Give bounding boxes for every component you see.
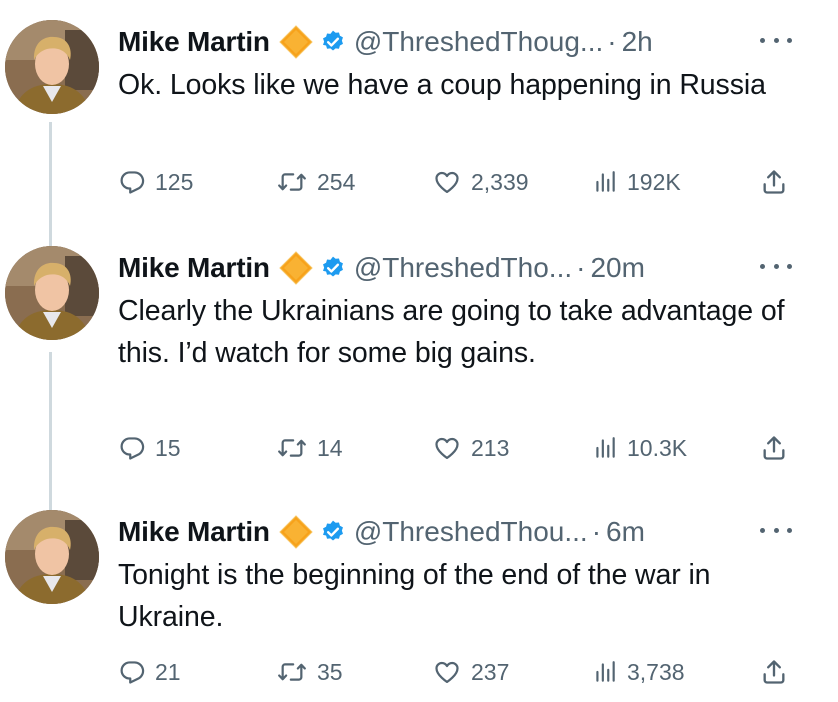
avatar-photo-icon <box>5 510 99 604</box>
tweet-actions: 125 254 2,339 192K <box>118 162 798 202</box>
retweet-button[interactable]: 254 <box>276 162 355 202</box>
avatar-photo-icon <box>5 20 99 114</box>
retweet-icon <box>278 173 306 191</box>
view-count: 3,738 <box>627 658 685 685</box>
share-icon <box>763 660 785 684</box>
tweet-actions: 21 35 237 3,738 <box>118 652 798 692</box>
tweet-text: Clearly the Ukrainians are going to take… <box>118 295 785 369</box>
share-icon <box>763 436 785 460</box>
more-dots-icon[interactable] <box>760 256 792 276</box>
views-bar-chart-icon <box>596 437 615 458</box>
reply-icon <box>120 171 145 194</box>
heart-icon <box>435 171 459 194</box>
thread-line <box>49 352 52 510</box>
author-handle[interactable]: @ThreshedTho... <box>354 252 572 284</box>
reply-button[interactable]: 15 <box>118 428 181 468</box>
view-count: 192K <box>627 168 681 195</box>
reply-button[interactable]: 21 <box>118 652 181 692</box>
retweet-button[interactable]: 14 <box>276 428 343 468</box>
view-count: 10.3K <box>627 434 688 461</box>
affiliate-diamond-icon <box>278 250 314 286</box>
tweet-text: Tonight is the beginning of the end of t… <box>118 559 711 633</box>
like-button[interactable]: 2,339 <box>432 162 529 202</box>
verified-check-icon <box>320 519 346 545</box>
verified-check-icon <box>320 29 346 55</box>
reply-icon <box>120 661 145 684</box>
share-button[interactable] <box>760 428 797 468</box>
reply-count: 21 <box>155 658 181 685</box>
tweet-text: Ok. Looks like we have a coup happening … <box>118 69 766 101</box>
avatar[interactable] <box>5 20 99 114</box>
share-icon <box>763 170 785 194</box>
retweet-icon <box>278 663 306 681</box>
like-count: 213 <box>471 434 510 461</box>
author-name[interactable]: Mike Martin <box>118 516 270 548</box>
retweet-count: 35 <box>317 658 343 685</box>
views-button[interactable]: 3,738 <box>592 652 685 692</box>
views-button[interactable]: 192K <box>592 162 681 202</box>
views-button[interactable]: 10.3K <box>592 428 687 468</box>
timestamp[interactable]: 20m <box>590 252 644 284</box>
retweet-button[interactable]: 35 <box>276 652 343 692</box>
retweet-icon <box>278 439 306 457</box>
author-name[interactable]: Mike Martin <box>118 252 270 284</box>
author-name[interactable]: Mike Martin <box>118 26 270 58</box>
affiliate-diamond-icon <box>278 24 314 60</box>
verified-check-icon <box>320 255 346 281</box>
thread-line <box>49 122 52 250</box>
retweet-count: 254 <box>317 168 356 195</box>
tweet-actions: 15 14 213 10.3K <box>118 428 798 468</box>
reply-count: 15 <box>155 434 181 461</box>
affiliate-diamond-icon <box>278 514 314 550</box>
views-bar-chart-icon <box>596 171 615 192</box>
like-count: 2,339 <box>471 168 529 195</box>
avatar-photo-icon <box>5 246 99 340</box>
like-count: 237 <box>471 658 510 685</box>
avatar[interactable] <box>5 510 99 604</box>
reply-button[interactable]: 125 <box>118 162 193 202</box>
retweet-count: 14 <box>317 434 343 461</box>
share-button[interactable] <box>760 162 797 202</box>
reply-count: 125 <box>155 168 194 195</box>
separator-dot: · <box>591 516 602 547</box>
more-dots-icon[interactable] <box>760 30 792 50</box>
author-handle[interactable]: @ThreshedThou... <box>354 516 588 548</box>
separator-dot: · <box>576 252 586 283</box>
share-button[interactable] <box>760 652 797 692</box>
avatar[interactable] <box>5 246 99 340</box>
more-dots-icon[interactable] <box>760 520 792 540</box>
heart-icon <box>435 437 459 460</box>
timestamp[interactable]: 2h <box>622 26 653 58</box>
separator-dot: · <box>607 26 617 57</box>
author-handle[interactable]: @ThreshedThoug... <box>354 26 603 58</box>
like-button[interactable]: 213 <box>432 428 509 468</box>
like-button[interactable]: 237 <box>432 652 509 692</box>
timestamp[interactable]: 6m <box>606 516 645 548</box>
reply-icon <box>120 437 145 460</box>
views-bar-chart-icon <box>596 661 615 682</box>
heart-icon <box>435 661 459 684</box>
